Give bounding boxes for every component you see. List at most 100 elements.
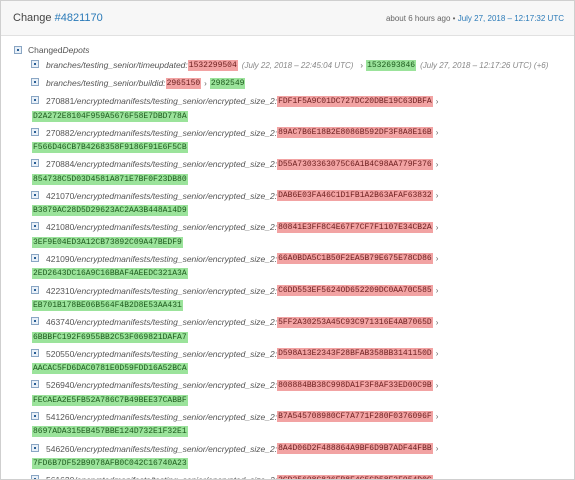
entry-path: 270881/encryptedmanifests/testing_senior… — [46, 96, 277, 106]
depot-id: 541260 — [46, 411, 75, 422]
key-path: /encryptedmanifests/testing_senior/encry… — [74, 96, 278, 106]
bullet-icon — [31, 285, 39, 294]
arrow-icon: › — [435, 159, 439, 169]
depot-id: 561620 — [46, 475, 74, 479]
entry-line-new: 7FD6B7DF52B9078AFB0C042C16740A23 — [32, 457, 574, 471]
key-path: branches/testing_senior/timeupdated: — [46, 60, 188, 70]
depot-id: 422310 — [46, 285, 75, 296]
entry-line: 270882/encryptedmanifests/testing_senior… — [46, 125, 574, 141]
bullet-icon — [31, 222, 39, 231]
old-value: DAB6E03FA46C1D1FB1A2B63AFAF63832 — [277, 190, 433, 202]
key-path: /encryptedmanifests/testing_senior/encry… — [74, 317, 278, 328]
new-value: 1532693846 — [366, 59, 417, 71]
new-value: 2ED2643DC16A9C16BBAF4AEEDC321A3A — [32, 268, 188, 280]
depot-id: 421080 — [46, 222, 75, 233]
bullet-icon — [31, 380, 39, 389]
entry-line-new: 6BBBFC192F6955BB2C53F069821DAFA7 — [32, 330, 574, 344]
new-value: 854738C5D03D4581A871E7BF0F23DB80 — [32, 173, 188, 185]
list-item: 463740/encryptedmanifests/testing_senior… — [31, 314, 574, 346]
bullet-icon — [31, 253, 39, 262]
new-value: B3879AC28D5D29623AC2AA3B448A14D9 — [32, 205, 188, 217]
old-value: 66A0BDA5C1B50F2EA5B79E675E78CD86 — [277, 253, 433, 265]
entry-path: 546260/encryptedmanifests/testing_senior… — [46, 444, 277, 454]
entry-path: 421090/encryptedmanifests/testing_senior… — [46, 254, 277, 264]
arrow-icon: › — [435, 191, 439, 201]
arrow-icon: › — [204, 78, 207, 88]
entry-path: 526940/encryptedmanifests/testing_senior… — [46, 380, 277, 390]
arrow-icon: › — [360, 60, 364, 70]
list-item: branches/testing_senior/buildid: 2965150… — [31, 75, 574, 93]
old-value: 2965150 — [165, 77, 202, 89]
entry-line-new: B3879AC28D5D29623AC2AA3B448A14D9 — [32, 204, 574, 218]
old-value: 2CD25698C836EB8E4C5CD58F2F954D0C — [277, 474, 433, 479]
list-item: 526940/encryptedmanifests/testing_senior… — [31, 377, 574, 409]
depot-id: 546260 — [46, 443, 75, 454]
entry-line: branches/testing_senior/buildid: 2965150… — [46, 75, 574, 91]
depot-id: 421070 — [46, 190, 75, 201]
old-value: 5FF2A30253A45C93C971316E4AB7065D — [277, 316, 433, 328]
old-value: 80841E3FF8C4E67F7CF7F1107E34CB2A — [277, 221, 433, 233]
bullet-icon — [31, 348, 39, 357]
bullet-icon — [31, 96, 39, 104]
bullet-icon — [31, 159, 39, 168]
entry-line: 422310/encryptedmanifests/testing_senior… — [46, 283, 574, 299]
arrow-icon: › — [435, 254, 439, 264]
old-value: 89AC7B6E18B2E8086B592DF3F8A8E16B — [277, 127, 433, 139]
entry-line-new: AACAC5FD6DAC0781E0D59FDD16A52BCA — [32, 362, 574, 376]
list-item: 421070/encryptedmanifests/testing_senior… — [31, 188, 574, 220]
entry-path: 520550/encryptedmanifests/testing_senior… — [46, 349, 277, 359]
entry-path: 561620/encryptedmanifests/testing_senior… — [46, 475, 277, 479]
new-value: D2A272E8104F959A5676F58E7DBD778A — [32, 110, 188, 122]
absolute-date-link[interactable]: July 27, 2018 – 12:17:32 UTC — [458, 14, 564, 23]
new-value: FECAEA2E5FB52A786C7B49BEE37CABBF — [32, 394, 188, 406]
key-path: /encryptedmanifests/testing_senior/encry… — [74, 285, 278, 296]
list-item: 546260/encryptedmanifests/testing_senior… — [31, 441, 574, 473]
change-header: Change #4821170 about 6 hours ago • July… — [1, 1, 574, 36]
new-value: F566D46CB7B4268358F9186F91E6F5CB — [32, 142, 188, 154]
arrow-icon: › — [435, 128, 439, 138]
entry-line-new: F566D46CB7B4268358F9186F91E6F5CB — [32, 141, 574, 155]
key-path: /encryptedmanifests/testing_senior/encry… — [74, 190, 278, 201]
key-path: /encryptedmanifests/testing_senior/encry… — [74, 411, 278, 422]
new-value: 8697ADA315EB457BBE124D732E1F32E1 — [32, 426, 188, 438]
depot-id: 463740 — [46, 317, 75, 328]
entry-path: 421080/encryptedmanifests/testing_senior… — [46, 222, 277, 232]
bullet-icon — [14, 46, 22, 54]
entry-line: 421080/encryptedmanifests/testing_senior… — [46, 219, 574, 235]
bullet-icon — [31, 190, 39, 199]
key-path: /encryptedmanifests/testing_senior/encry… — [74, 475, 277, 479]
entry-line-new: FECAEA2E5FB52A786C7B49BEE37CABBF — [32, 393, 574, 407]
arrow-icon: › — [435, 412, 439, 422]
entry-line: 463740/encryptedmanifests/testing_senior… — [46, 314, 574, 330]
section-label-italic: Depots — [62, 45, 90, 55]
list-item: 270881/encryptedmanifests/testing_senior… — [31, 93, 574, 125]
entry-line: 421090/encryptedmanifests/testing_senior… — [46, 251, 574, 267]
arrow-icon: › — [435, 349, 439, 359]
arrow-icon: › — [436, 476, 439, 479]
entry-path: 270882/encryptedmanifests/testing_senior… — [46, 128, 277, 138]
old-value: B7A545708980CF7A771F280F0376096F — [277, 411, 433, 423]
key-path: /encryptedmanifests/testing_senior/encry… — [74, 159, 278, 170]
changed-depots-heading: Changed Depots — [14, 43, 574, 57]
entry-path: 270884/encryptedmanifests/testing_senior… — [46, 159, 277, 169]
key-path: branches/testing_senior/buildid: — [46, 78, 166, 88]
list-item: 422310/encryptedmanifests/testing_senior… — [31, 283, 574, 315]
relative-time: about 6 hours ago — [385, 13, 451, 23]
change-number-link[interactable]: #4821170 — [55, 12, 103, 24]
depot-id: 270882 — [46, 127, 75, 138]
depot-id: 526940 — [46, 380, 75, 391]
new-value: 2982549 — [209, 77, 246, 89]
entry-line: 541260/encryptedmanifests/testing_senior… — [46, 409, 574, 425]
list-item: 541260/encryptedmanifests/testing_senior… — [31, 409, 574, 441]
bullet-icon — [31, 127, 39, 136]
entry-line-new: 3EF9E04ED3A12CB73892C09A47BEDF9 — [32, 235, 574, 249]
old-value: C6DD553EF5624OD652209DC0AA70C585 — [277, 285, 433, 297]
depot-id: 270881 — [46, 96, 75, 106]
entry-line-new: 2ED2643DC16A9C16BBAF4AEEDC321A3A — [32, 267, 574, 281]
key-path: /encryptedmanifests/testing_senior/encry… — [74, 380, 278, 391]
depot-id: 421090 — [46, 253, 75, 264]
changed-depots-list: branches/testing_senior/timeupdated: 153… — [31, 57, 574, 479]
new-value: 3EF9E04ED3A12CB73892C09A47BEDF9 — [32, 236, 183, 248]
change-timestamp: about 6 hours ago • July 27, 2018 – 12:1… — [386, 14, 564, 23]
list-item: branches/testing_senior/timeupdated: 153… — [31, 57, 574, 75]
